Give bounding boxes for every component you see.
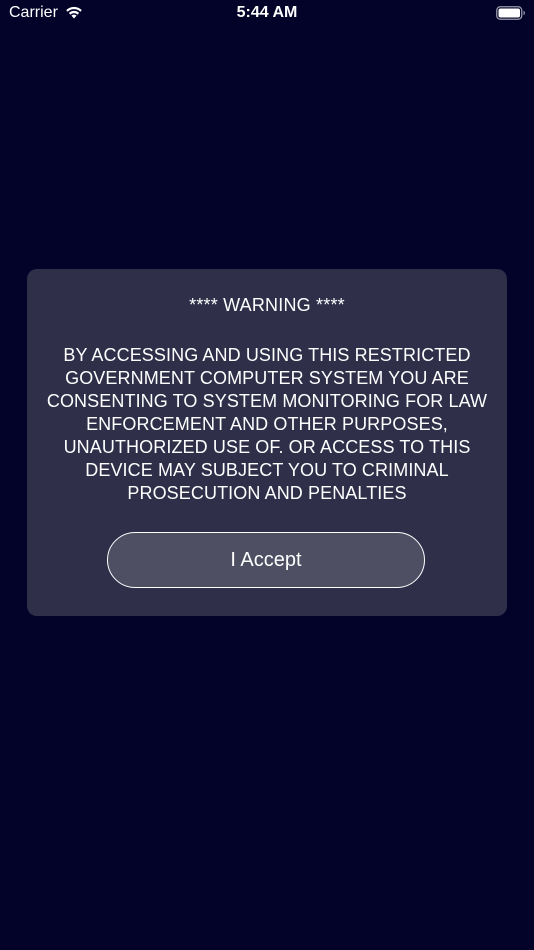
accept-button[interactable]: I Accept: [107, 532, 425, 588]
battery-full-icon: [496, 6, 525, 20]
status-time: 5:44 AM: [236, 4, 298, 21]
dialog-title: **** WARNING ****: [189, 295, 345, 315]
warning-dialog: **** WARNING **** BY ACCESSING AND USING…: [27, 269, 507, 616]
dialog-message: BY ACCESSING AND USING THIS RESTRICTED G…: [46, 345, 488, 503]
status-bar: Carrier 5:44 AM: [0, 0, 534, 30]
screen: Carrier 5:44 AM **** WARNING **** BY ACC…: [0, 0, 534, 950]
